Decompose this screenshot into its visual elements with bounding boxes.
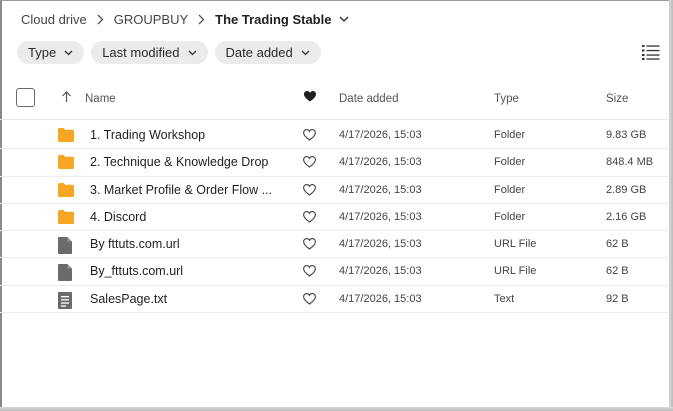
heart-outline-icon[interactable] [303,292,316,305]
filter-date-added-button[interactable]: Date added [214,41,321,64]
breadcrumb-current-folder[interactable]: The Trading Stable [215,12,331,27]
heart-outline-icon[interactable] [303,129,316,141]
breadcrumb: Cloud drive GROUPBUY The Trading Stable [21,10,349,28]
file-date-added: 4/17/2026, 15:03 [339,210,422,223]
file-type: Folder [494,156,526,169]
file-date-added: 4/17/2026, 15:03 [339,265,422,278]
file-size: 2.89 GB [606,183,647,196]
chevron-down-icon [301,50,310,56]
filter-label: Type [28,45,57,60]
list-view-icon[interactable] [642,44,660,60]
file-size: 2.16 GB [606,210,647,223]
filter-last-modified-button[interactable]: Last modified [91,41,208,64]
heart-outline-icon[interactable] [303,183,316,196]
table-row[interactable]: By fttuts.com.url 4/17/2026, 15:03 URL Fil… [0,231,668,259]
heart-outline-icon[interactable] [303,210,316,223]
heart-outline-icon[interactable] [303,156,316,168]
folder-icon [58,155,74,170]
file-list: 1. Trading Workshop 4/17/2026, 15:03 Folde… [0,122,668,314]
text-file-icon [58,291,74,309]
sort-ascending-icon[interactable] [61,91,72,106]
file-date-added: 4/17/2026, 15:03 [339,238,422,251]
heart-outline-icon[interactable] [303,238,316,250]
favourite-heart-icon[interactable] [304,91,316,105]
table-row[interactable]: 4. Discord 4/17/2026, 15:03 Folder 2.16 GB [0,204,668,232]
folder-icon [58,182,74,198]
table-row[interactable]: SalesPage.txt 4/17/2026, 15:03 Text 92 B [0,286,668,314]
file-type: Text [494,292,515,305]
file-date-added: 4/17/2026, 15:03 [339,183,422,196]
chevron-down-icon [64,50,73,56]
file-size: 9.83 GB [606,129,647,141]
column-header-date-added[interactable]: Date added [339,93,398,105]
file-date-added: 4/17/2026, 15:03 [339,292,422,305]
file-name[interactable]: 1. Trading Workshop [90,128,280,142]
table-row[interactable]: By_fttuts.com.url 4/17/2026, 15:03 URL Fil… [0,258,668,286]
select-all-checkbox[interactable] [16,88,35,107]
file-date-added: 4/17/2026, 15:03 [339,129,422,141]
window-shadow-bottom [0,407,673,411]
file-type: URL File [494,238,537,251]
column-header-type[interactable]: Type [494,93,519,105]
filter-type-button[interactable]: Type [17,41,85,64]
column-header-name[interactable]: Name [85,93,116,105]
file-type: Folder [494,210,526,223]
chevron-down-icon [188,50,197,56]
file-name[interactable]: 3. Market Profile & Order Flow ... [90,183,280,197]
file-type: URL File [494,265,537,278]
file-icon [58,237,74,255]
folder-icon [58,128,74,143]
file-name[interactable]: By fttuts.com.url [90,237,280,251]
breadcrumb-cloud-drive[interactable]: Cloud drive [21,12,87,27]
file-size: 848.4 MB [606,156,654,169]
file-date-added: 4/17/2026, 15:03 [339,156,422,169]
file-name[interactable]: SalesPage.txt [90,292,280,306]
chevron-right-icon [97,14,104,25]
file-type: Folder [494,129,526,141]
table-header: Name Date added Type Size [0,84,668,120]
file-type: Folder [494,183,526,196]
breadcrumb-groupbuy[interactable]: GROUPBUY [114,12,188,27]
filter-bar: Type Last modified Date added [17,41,321,64]
file-size: 92 B [606,292,629,305]
chevron-right-icon [198,14,205,25]
file-name[interactable]: 4. Discord [90,210,280,224]
file-name[interactable]: 2. Technique & Knowledge Drop [90,155,280,169]
file-size: 62 B [606,265,629,278]
folder-icon [58,209,74,225]
window-shadow-right [669,0,673,411]
filter-label: Date added [225,45,293,60]
table-row[interactable]: 2. Technique & Knowledge Drop 4/17/2026, … [0,149,668,177]
file-name[interactable]: By_fttuts.com.url [90,264,280,278]
column-header-size[interactable]: Size [606,93,628,105]
table-row[interactable]: 3. Market Profile & Order Flow ... 4/17/2… [0,177,668,204]
heart-outline-icon[interactable] [303,265,316,278]
filter-label: Last modified [102,45,180,60]
file-size: 62 B [606,238,629,251]
chevron-down-icon[interactable] [339,16,349,23]
file-icon [58,264,74,282]
table-row[interactable]: 1. Trading Workshop 4/17/2026, 15:03 Folde… [0,122,668,150]
